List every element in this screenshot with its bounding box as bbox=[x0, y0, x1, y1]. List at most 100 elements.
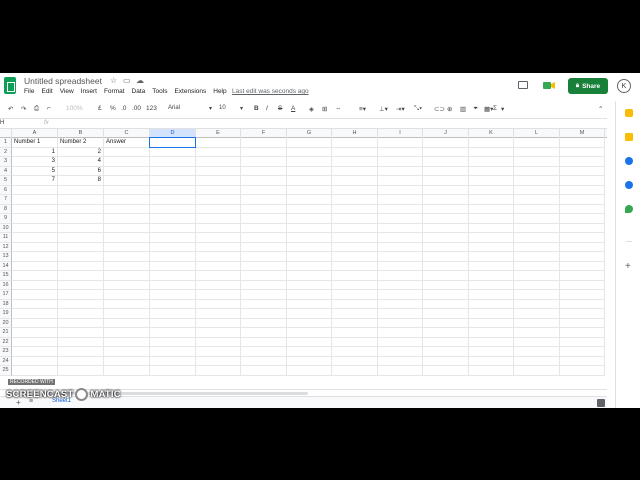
cell-g5[interactable] bbox=[287, 176, 332, 186]
cell-k9[interactable] bbox=[469, 214, 514, 224]
cell-c24[interactable] bbox=[104, 356, 150, 366]
share-button[interactable]: 🔒︎ Share bbox=[568, 78, 608, 94]
column-header-a[interactable]: A bbox=[12, 129, 58, 138]
row-header-14[interactable]: 14 bbox=[0, 261, 12, 271]
italic-button[interactable]: I bbox=[266, 105, 268, 112]
cell-i14[interactable] bbox=[378, 261, 423, 271]
cell-g4[interactable] bbox=[287, 166, 332, 176]
cell-i2[interactable] bbox=[378, 147, 423, 157]
font-size-select[interactable]: 10 ▾ bbox=[219, 105, 243, 112]
horizontal-align-icon[interactable]: ≡▾ bbox=[359, 105, 366, 113]
cell-f15[interactable] bbox=[241, 271, 287, 281]
cell-l1[interactable] bbox=[514, 138, 560, 148]
cell-b24[interactable] bbox=[58, 356, 104, 366]
row-header-23[interactable]: 23 bbox=[0, 347, 12, 357]
text-color-button[interactable]: A bbox=[291, 105, 295, 112]
cell-j21[interactable] bbox=[423, 328, 469, 338]
cell-m20[interactable] bbox=[560, 318, 605, 328]
cell-c18[interactable] bbox=[104, 299, 150, 309]
cell-i5[interactable] bbox=[378, 176, 423, 186]
cell-i11[interactable] bbox=[378, 233, 423, 243]
cell-h23[interactable] bbox=[332, 347, 378, 357]
cell-b9[interactable] bbox=[58, 214, 104, 224]
cell-c14[interactable] bbox=[104, 261, 150, 271]
menu-data[interactable]: Data bbox=[132, 88, 146, 95]
cell-k23[interactable] bbox=[469, 347, 514, 357]
cloud-status-icon[interactable]: ☁ bbox=[136, 76, 144, 85]
cell-e24[interactable] bbox=[196, 356, 241, 366]
cell-g14[interactable] bbox=[287, 261, 332, 271]
cell-d14[interactable] bbox=[150, 261, 196, 271]
cell-f12[interactable] bbox=[241, 242, 287, 252]
cell-h11[interactable] bbox=[332, 233, 378, 243]
cell-f2[interactable] bbox=[241, 147, 287, 157]
cell-k16[interactable] bbox=[469, 280, 514, 290]
cell-h6[interactable] bbox=[332, 185, 378, 195]
cell-d17[interactable] bbox=[150, 290, 196, 300]
cell-e19[interactable] bbox=[196, 309, 241, 319]
cell-h15[interactable] bbox=[332, 271, 378, 281]
cell-b18[interactable] bbox=[58, 299, 104, 309]
cell-m11[interactable] bbox=[560, 233, 605, 243]
contacts-icon[interactable] bbox=[625, 181, 633, 189]
cell-g15[interactable] bbox=[287, 271, 332, 281]
cell-h16[interactable] bbox=[332, 280, 378, 290]
cell-m15[interactable] bbox=[560, 271, 605, 281]
cell-g6[interactable] bbox=[287, 185, 332, 195]
name-box[interactable]: H bbox=[0, 120, 36, 128]
cell-j4[interactable] bbox=[423, 166, 469, 176]
cell-k24[interactable] bbox=[469, 356, 514, 366]
cell-e9[interactable] bbox=[196, 214, 241, 224]
cell-i22[interactable] bbox=[378, 337, 423, 347]
last-edit-link[interactable]: Last edit was seconds ago bbox=[232, 88, 309, 95]
cell-c16[interactable] bbox=[104, 280, 150, 290]
cell-g9[interactable] bbox=[287, 214, 332, 224]
redo-icon[interactable]: ↷ bbox=[21, 105, 26, 113]
cell-c12[interactable] bbox=[104, 242, 150, 252]
cell-c19[interactable] bbox=[104, 309, 150, 319]
cell-c23[interactable] bbox=[104, 347, 150, 357]
cell-e25[interactable] bbox=[196, 366, 241, 376]
cell-e3[interactable] bbox=[196, 157, 241, 167]
column-header-k[interactable]: K bbox=[469, 129, 514, 138]
cell-b21[interactable] bbox=[58, 328, 104, 338]
cell-e13[interactable] bbox=[196, 252, 241, 262]
cell-l22[interactable] bbox=[514, 337, 560, 347]
cell-f20[interactable] bbox=[241, 318, 287, 328]
cell-h25[interactable] bbox=[332, 366, 378, 376]
cell-b3[interactable]: 4 bbox=[58, 157, 104, 167]
cell-i6[interactable] bbox=[378, 185, 423, 195]
cell-d4[interactable] bbox=[150, 166, 196, 176]
cell-l20[interactable] bbox=[514, 318, 560, 328]
undo-icon[interactable]: ↶ bbox=[8, 105, 13, 113]
column-header-h[interactable]: H bbox=[332, 129, 378, 138]
cell-g1[interactable] bbox=[287, 138, 332, 148]
cell-k12[interactable] bbox=[469, 242, 514, 252]
strikethrough-button[interactable]: S bbox=[278, 105, 282, 112]
row-header-6[interactable]: 6 bbox=[0, 185, 12, 195]
cell-i10[interactable] bbox=[378, 223, 423, 233]
cell-d20[interactable] bbox=[150, 318, 196, 328]
cell-b7[interactable] bbox=[58, 195, 104, 205]
cell-k10[interactable] bbox=[469, 223, 514, 233]
row-header-15[interactable]: 15 bbox=[0, 271, 12, 281]
cell-m23[interactable] bbox=[560, 347, 605, 357]
cell-j23[interactable] bbox=[423, 347, 469, 357]
cell-j16[interactable] bbox=[423, 280, 469, 290]
cell-l13[interactable] bbox=[514, 252, 560, 262]
cell-d15[interactable] bbox=[150, 271, 196, 281]
cell-h8[interactable] bbox=[332, 204, 378, 214]
cell-i16[interactable] bbox=[378, 280, 423, 290]
cell-a22[interactable] bbox=[12, 337, 58, 347]
cell-i8[interactable] bbox=[378, 204, 423, 214]
cell-a12[interactable] bbox=[12, 242, 58, 252]
select-all-corner[interactable] bbox=[0, 129, 12, 138]
menu-tools[interactable]: Tools bbox=[152, 88, 167, 95]
column-header-b[interactable]: B bbox=[58, 129, 104, 138]
paint-format-icon[interactable]: ⌐ bbox=[47, 105, 51, 112]
filter-icon[interactable]: ⏷ bbox=[473, 105, 478, 113]
cell-j8[interactable] bbox=[423, 204, 469, 214]
cell-a6[interactable] bbox=[12, 185, 58, 195]
cell-d2[interactable] bbox=[150, 147, 196, 157]
cell-g20[interactable] bbox=[287, 318, 332, 328]
